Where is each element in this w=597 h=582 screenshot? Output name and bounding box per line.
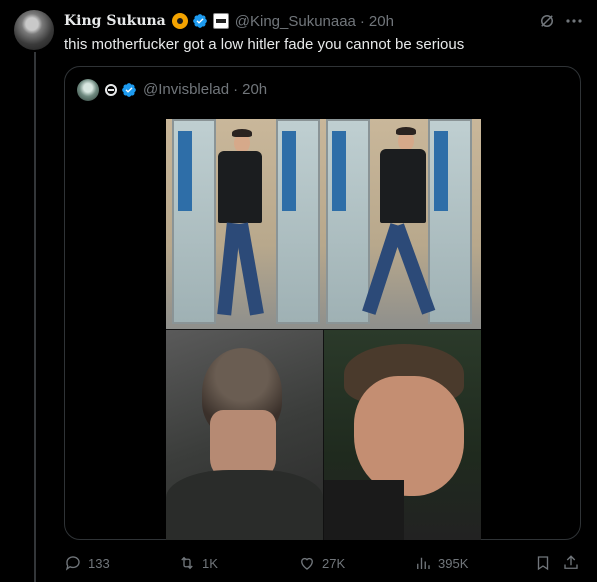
views-count: 395K	[438, 555, 469, 571]
separator-dot: ·	[359, 12, 365, 30]
more-options-icon[interactable]	[566, 19, 582, 23]
reply-button[interactable]: 133	[64, 552, 110, 574]
quoted-tweet-time[interactable]: 20h	[242, 81, 267, 98]
quoted-author-avatar[interactable]	[77, 79, 99, 101]
radioactive-icon	[171, 13, 188, 29]
tweet-actions: 133 1K 27K 395K	[64, 552, 584, 574]
verified-badge-icon[interactable]	[121, 82, 137, 98]
analytics-icon	[417, 557, 430, 569]
share-icon	[564, 555, 578, 569]
verified-badge-icon[interactable]	[192, 13, 208, 29]
quoted-tweet-image[interactable]	[166, 119, 481, 540]
separator-dot: ·	[233, 81, 239, 98]
author-display-name[interactable]: King Sukuna	[64, 13, 166, 29]
photo-panel-walking	[166, 119, 481, 329]
photo-panel-haircut-back	[166, 330, 323, 540]
author-handle[interactable]: @King_Sukunaaa	[235, 13, 356, 30]
bookmark-icon	[537, 556, 549, 571]
grok-icon[interactable]	[538, 12, 556, 30]
repost-button[interactable]: 1K	[178, 552, 218, 574]
tweet-time[interactable]: 20h	[369, 13, 394, 30]
like-count: 27K	[322, 555, 346, 571]
author-avatar[interactable]	[14, 10, 54, 50]
theta-symbol-icon[interactable]	[105, 83, 117, 96]
affiliate-badge-icon[interactable]	[212, 13, 229, 29]
like-button[interactable]: 27K	[298, 552, 345, 574]
thread-line	[34, 52, 36, 582]
repost-icon	[181, 556, 193, 570]
tweet-text: this motherfucker got a low hitler fade …	[64, 36, 465, 53]
quoted-author-handle[interactable]: @Invisblelad	[143, 81, 229, 98]
bookmark-button[interactable]	[534, 552, 552, 574]
views-button[interactable]: 395K	[414, 552, 468, 574]
photo-panel-haircut-side	[324, 330, 481, 540]
share-button[interactable]	[562, 552, 580, 574]
reply-count: 133	[88, 555, 110, 571]
tweet-header: King Sukuna @King_Sukunaaa · 20h	[64, 11, 394, 31]
heart-icon	[301, 557, 313, 570]
quoted-tweet-header: @Invisblelad · 20h	[105, 81, 267, 98]
reply-icon	[65, 556, 80, 571]
repost-count: 1K	[202, 555, 218, 571]
quoted-tweet[interactable]: @Invisblelad · 20h	[64, 66, 581, 540]
